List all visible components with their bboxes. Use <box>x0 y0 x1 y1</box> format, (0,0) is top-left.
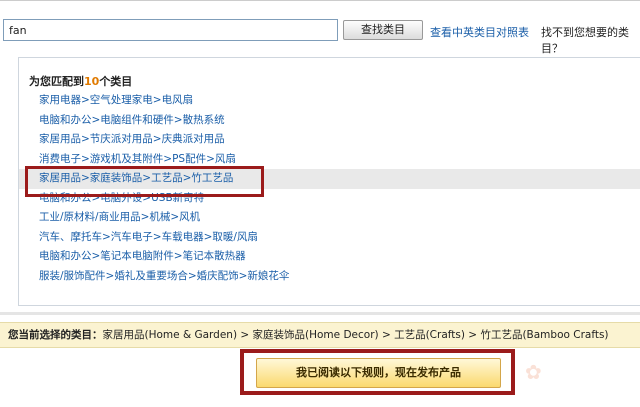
current-category-bar: 您当前选择的类目：家居用品(Home & Garden) > 家庭装饰品(Hom… <box>0 322 640 348</box>
find-category-button[interactable]: 查找类目 <box>343 20 423 40</box>
top-divider <box>0 0 640 4</box>
category-list-item[interactable]: 家居用品>家庭装饰品>工艺品>竹工艺品 <box>19 169 640 189</box>
category-list-item[interactable]: 电脑和办公>电脑组件和硬件>散热系统 <box>19 111 640 131</box>
publish-product-button[interactable]: 我已阅读以下规则，现在发布产品 <box>256 358 501 388</box>
category-results-panel: 为您匹配到10个类目 家用电器>空气处理家电>电风扇 电脑和办公>电脑组件和硬件>… <box>18 57 640 306</box>
category-list-item[interactable]: 电脑和办公>笔记本电脑附件>笔记本散热器 <box>19 247 640 267</box>
cn-en-category-compare-link[interactable]: 查看中英类目对照表 <box>430 24 529 40</box>
watermark-logo: ✿ <box>525 360 542 384</box>
category-list-item[interactable]: 工业/原材料/商业用品>机械>风机 <box>19 208 640 228</box>
category-list-item[interactable]: 服装/服饰配件>婚礼及重要场合>婚庆配饰>新娘花伞 <box>19 267 640 287</box>
current-category-path: 家居用品(Home & Garden) > 家庭装饰品(Home Decor) … <box>102 329 609 341</box>
current-category-label: 您当前选择的类目： <box>8 329 103 341</box>
horizontal-scrollbar[interactable] <box>0 312 640 315</box>
results-header-prefix: 为您匹配到 <box>29 75 84 88</box>
category-list-item[interactable]: 家居用品>节庆派对用品>庆典派对用品 <box>19 130 640 150</box>
category-search-input[interactable] <box>3 19 338 41</box>
category-list-item[interactable]: 家用电器>空气处理家电>电风扇 <box>19 91 640 111</box>
category-list-item[interactable]: 消费电子>游戏机及其附件>PS配件>风扇 <box>19 150 640 170</box>
category-list: 家用电器>空气处理家电>电风扇 电脑和办公>电脑组件和硬件>散热系统 家居用品>节庆… <box>19 91 640 286</box>
category-not-found-link[interactable]: 找不到您想要的类目？ <box>541 24 640 56</box>
results-header: 为您匹配到10个类目 <box>29 73 132 89</box>
category-list-item[interactable]: 电脑和办公>电脑外设>USB新奇特 <box>19 189 640 209</box>
category-list-item[interactable]: 汽车、摩托车>汽车电子>车载电器>取暖/风扇 <box>19 228 640 248</box>
results-header-suffix: 个类目 <box>99 75 133 88</box>
results-count: 10 <box>84 75 100 88</box>
